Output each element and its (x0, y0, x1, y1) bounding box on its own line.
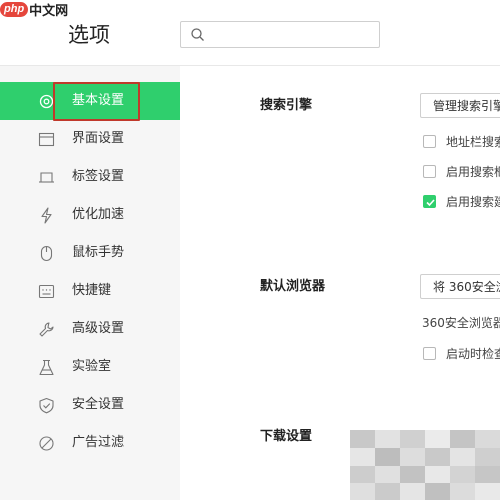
sidebar-item-label: 界面设置 (72, 131, 125, 146)
flask-icon (39, 359, 54, 376)
default-browser-label: 默认浏览器 (260, 279, 326, 294)
sidebar-item-advanced-settings[interactable]: 高级设置 (0, 310, 180, 348)
enable-search-box-option[interactable]: 启用搜索框 (423, 163, 500, 181)
sidebar-item-ad-filter[interactable]: 广告过滤 (0, 424, 180, 462)
logo-site-name: 中文网 (29, 3, 69, 19)
manage-search-engine-dropdown[interactable]: 管理搜索引擎 (420, 93, 500, 118)
sidebar-item-label: 快捷键 (72, 283, 112, 298)
sidebar-item-label: 优化加速 (72, 207, 125, 222)
sidebar-item-label: 高级设置 (72, 321, 125, 336)
enable-search-box-checkbox[interactable] (423, 165, 436, 178)
sidebar-item-mouse-gestures[interactable]: 鼠标手势 (0, 234, 180, 272)
checkbox-label: 启用搜索建议 (446, 195, 500, 209)
mouse-icon (40, 245, 53, 262)
tab-icon (39, 172, 54, 183)
sidebar-item-label: 广告过滤 (72, 435, 125, 450)
sidebar-item-label: 标签设置 (72, 169, 125, 184)
enable-search-suggestion-checkbox[interactable] (423, 195, 436, 208)
blurred-preview-image (350, 430, 500, 500)
sidebar-item-label: 鼠标手势 (72, 245, 125, 260)
checkbox-label: 地址栏搜索 (446, 135, 500, 149)
keyboard-icon (38, 284, 55, 299)
sidebar-item-label: 实验室 (72, 359, 112, 374)
sidebar-item-shortcuts[interactable]: 快捷键 (0, 272, 180, 310)
dropdown-value: 将 360安全浏览器 (433, 280, 500, 294)
window-icon (38, 132, 55, 147)
checkbox-label: 启用搜索框 (446, 165, 500, 179)
download-settings-label: 下载设置 (260, 429, 313, 444)
checkmark-icon (426, 199, 435, 207)
address-bar-search-checkbox[interactable] (423, 135, 436, 148)
sidebar-item-interface-settings[interactable]: 界面设置 (0, 120, 180, 158)
block-icon (39, 436, 54, 451)
sidebar-item-tab-settings[interactable]: 标签设置 (0, 158, 180, 196)
search-engine-label: 搜索引擎 (260, 98, 313, 113)
startup-check-option[interactable]: 启动时检查 (423, 345, 500, 363)
site-logo: php 中文网 (0, 0, 69, 19)
lightning-icon (41, 207, 52, 224)
address-bar-search-option[interactable]: 地址栏搜索 (423, 133, 500, 151)
sidebar: 基本设置 界面设置 标签设置 优化加速 鼠标手势 快捷键 高级设置 实验室 安全… (0, 66, 180, 500)
enable-search-suggestion-option[interactable]: 启用搜索建议 (423, 193, 500, 211)
search-input[interactable] (209, 23, 374, 46)
logo-php: php (0, 1, 29, 17)
search-icon (191, 28, 204, 41)
sidebar-item-lab[interactable]: 实验室 (0, 348, 180, 386)
selection-highlight-box (53, 82, 140, 121)
sidebar-item-security-settings[interactable]: 安全设置 (0, 386, 180, 424)
set-default-browser-dropdown[interactable]: 将 360安全浏览器 (420, 274, 500, 299)
startup-check-checkbox[interactable] (423, 347, 436, 360)
sidebar-item-speedup[interactable]: 优化加速 (0, 196, 180, 234)
wrench-icon (39, 322, 54, 337)
settings-search-box[interactable] (180, 21, 380, 48)
default-browser-status: 360安全浏览器 (422, 316, 500, 330)
shield-icon (39, 397, 54, 414)
checkbox-label: 启动时检查 (446, 347, 500, 361)
dropdown-value: 管理搜索引擎 (433, 99, 500, 113)
sidebar-item-label: 安全设置 (72, 397, 125, 412)
header: php 中文网 选项 (0, 0, 500, 66)
page-title: 选项 (68, 23, 110, 47)
